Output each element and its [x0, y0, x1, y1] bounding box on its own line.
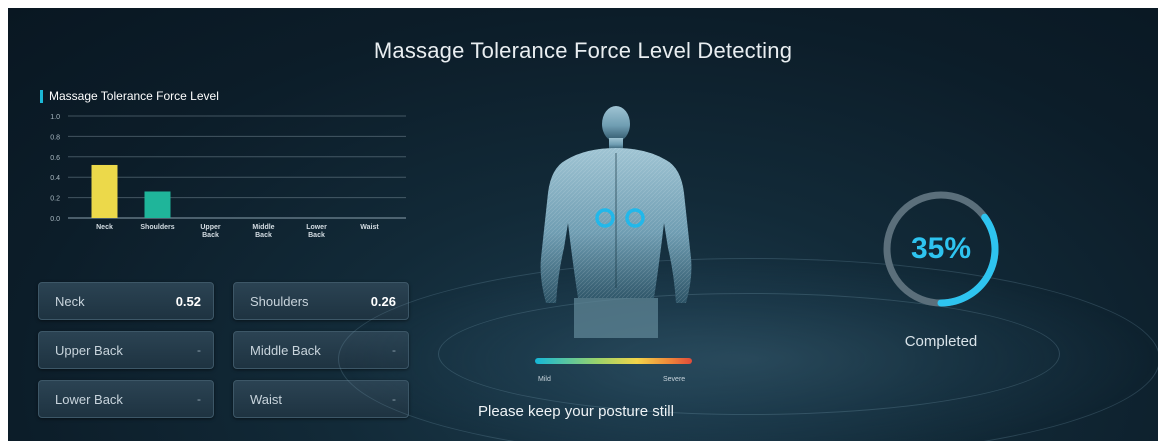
- y-tick-label: 0.2: [50, 196, 60, 203]
- x-tick-label: Lower: [306, 224, 327, 231]
- intensity-scale-bar: [535, 358, 692, 364]
- progress-caption: Completed: [904, 333, 978, 350]
- x-tick-label: Waist: [360, 224, 379, 231]
- card-label: Waist: [250, 391, 283, 407]
- y-tick-label: 0.6: [50, 155, 60, 162]
- x-tick-label: Upper: [200, 224, 221, 231]
- y-tick-label: 0.0: [50, 216, 60, 223]
- card-value: -: [197, 392, 201, 406]
- y-tick-label: 1.0: [50, 114, 60, 121]
- card-lower-back: Lower Back -: [38, 380, 214, 418]
- scale-max-label: Severe: [663, 376, 686, 383]
- x-tick-label: Back: [255, 232, 272, 239]
- human-back-figure: [540, 106, 692, 338]
- x-tick-label: Neck: [96, 224, 113, 231]
- card-label: Middle Back: [250, 342, 321, 358]
- card-value: 0.26: [370, 293, 396, 309]
- chart-title: Massage Tolerance Force Level: [40, 90, 219, 103]
- card-value: -: [197, 343, 201, 357]
- card-value: 0.52: [175, 293, 201, 309]
- force-level-bar-chart: 0.00.20.40.60.81.0Neck Shoulders UpperBack…: [50, 114, 406, 239]
- y-tick-label: 0.4: [50, 175, 60, 182]
- x-tick-label: Shoulders: [140, 224, 174, 231]
- bar: [91, 164, 118, 218]
- bar: [144, 191, 171, 218]
- y-tick-label: 0.8: [50, 134, 60, 141]
- scale-min-label: Mild: [538, 376, 551, 383]
- card-label: Lower Back: [55, 391, 123, 407]
- x-tick-label: Middle: [252, 224, 274, 231]
- card-label: Upper Back: [55, 342, 123, 358]
- posture-hint: Please keep your posture still: [478, 403, 674, 420]
- card-label: Neck: [55, 293, 85, 309]
- card-upper-back: Upper Back -: [38, 331, 214, 369]
- x-tick-label: Back: [308, 232, 325, 239]
- progress-percent: 35%: [910, 232, 972, 265]
- x-tick-label: Back: [202, 232, 219, 239]
- body-silhouette: [540, 106, 692, 338]
- page-title: Massage Tolerance Force Level Detecting: [373, 38, 793, 63]
- card-label: Shoulders: [250, 293, 309, 309]
- card-neck: Neck 0.52: [38, 282, 214, 320]
- massage-detection-screen: Massage Tolerance Force Level Detecting …: [8, 8, 1158, 441]
